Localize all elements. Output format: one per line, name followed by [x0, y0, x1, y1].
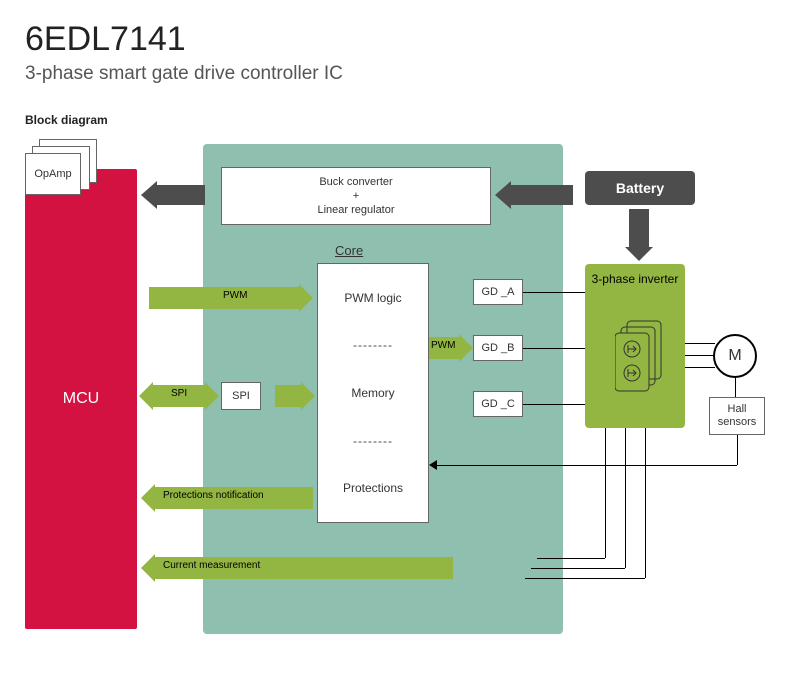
inverter-label: 3-phase inverter — [592, 272, 679, 286]
spi-block: SPI — [221, 382, 261, 410]
wire — [685, 367, 715, 368]
section-label: Block diagram — [25, 113, 768, 127]
wire — [523, 404, 585, 405]
buck-line2: + — [353, 189, 359, 203]
battery-block: Battery — [585, 171, 695, 205]
core-block: PWM logic -------- Memory -------- Prote… — [317, 263, 429, 523]
wire — [537, 558, 605, 559]
buck-line1: Buck converter — [319, 175, 392, 189]
gd-a-block: GD _A — [473, 279, 523, 305]
wire — [735, 378, 736, 397]
arrowhead-icon — [429, 460, 437, 470]
hall-sensors-block: Hall sensors — [709, 397, 765, 435]
wire — [685, 343, 715, 344]
page-title: 6EDL7141 — [25, 20, 768, 59]
label-current-meas: Current measurement — [163, 560, 260, 571]
label-pwm-in: PWM — [223, 290, 247, 301]
label-spi-bus: SPI — [171, 388, 187, 399]
divider: -------- — [353, 338, 393, 352]
divider: -------- — [353, 434, 393, 448]
wire — [645, 428, 646, 578]
opamp-block: OpAmp — [25, 153, 81, 195]
block-diagram: MCU 6EDL7141 Buck converter + Linear reg… — [25, 139, 765, 639]
label-pwm-out: PWM — [431, 340, 455, 351]
wire — [737, 435, 738, 465]
wire — [523, 348, 585, 349]
arrow-buck-to-mcu — [157, 185, 205, 205]
core-label: Core — [335, 243, 363, 258]
opamp-stack: OpAmp — [25, 139, 97, 197]
wire — [437, 465, 737, 466]
arrow-battery-to-inverter — [629, 209, 649, 247]
arrow-battery-to-ic — [511, 185, 573, 205]
wire — [523, 292, 585, 293]
core-memory: Memory — [351, 386, 394, 400]
core-protections: Protections — [343, 481, 403, 495]
wire — [525, 578, 645, 579]
gd-c-block: GD _C — [473, 391, 523, 417]
wire — [531, 568, 625, 569]
arrow-spi-to-core — [275, 385, 301, 407]
wire — [605, 428, 606, 558]
mcu-block: MCU — [25, 169, 137, 629]
wire — [685, 355, 713, 356]
core-pwm-logic: PWM logic — [344, 291, 401, 305]
motor-block: M — [713, 334, 757, 378]
gd-b-block: GD _B — [473, 335, 523, 361]
wire — [625, 428, 626, 568]
label-protections-notif: Protections notification — [163, 490, 264, 501]
buck-converter-block: Buck converter + Linear regulator — [221, 167, 491, 225]
buck-line3: Linear regulator — [317, 203, 394, 217]
transistor-stack-icon — [615, 317, 667, 397]
page-subtitle: 3-phase smart gate drive controller IC — [25, 63, 768, 85]
